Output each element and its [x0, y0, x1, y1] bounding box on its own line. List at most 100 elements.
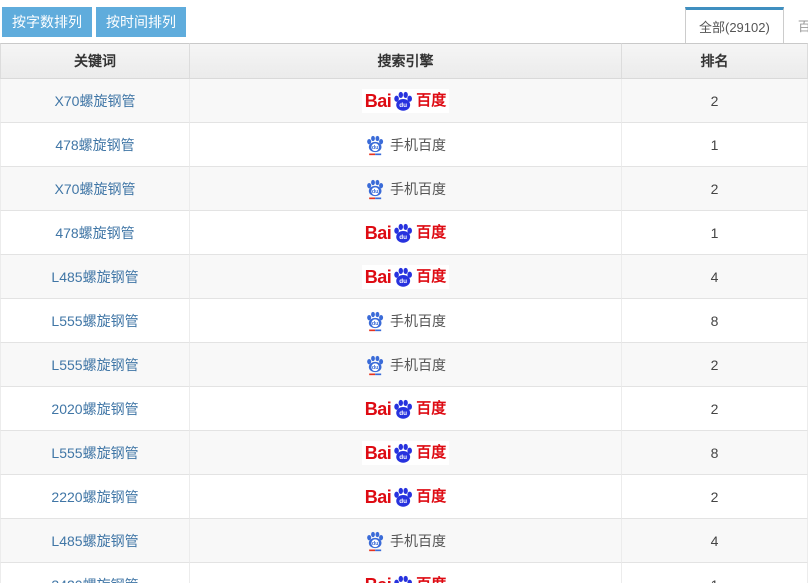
baidu-paw-icon: du	[392, 442, 414, 464]
baidu-bai-text: Bai	[365, 488, 392, 506]
baidu-logo: Bai du 百度	[362, 441, 450, 465]
engine-cell: du 手机百度	[190, 167, 622, 211]
rank-value: 8	[711, 445, 719, 461]
rank-value: 1	[711, 225, 719, 241]
keyword-cell: L555螺旋钢管	[0, 343, 190, 387]
mobile-baidu-label: 手机百度	[390, 314, 446, 328]
rank-value: 8	[711, 313, 719, 329]
table-row: 2020螺旋钢管 Bai du 百度	[0, 387, 808, 431]
keyword-cell: 478螺旋钢管	[0, 123, 190, 167]
mobile-baidu-label: 手机百度	[390, 358, 446, 372]
rank-value: 2	[711, 401, 719, 417]
header-rank: 排名	[622, 43, 808, 79]
engine-cell: Bai du 百度	[190, 563, 622, 583]
rank-cell: 2	[622, 475, 808, 519]
table-row: X70螺旋钢管 Bai du 百度	[0, 79, 808, 123]
keyword-link[interactable]: L555螺旋钢管	[51, 357, 138, 373]
baidu-logo: Bai du 百度	[362, 485, 450, 509]
mobile-baidu: du 手机百度	[365, 178, 446, 200]
rank-cell: 8	[622, 299, 808, 343]
sort-by-time-button[interactable]: 按时间排列	[96, 7, 186, 37]
keyword-link[interactable]: 478螺旋钢管	[55, 137, 134, 153]
rank-value: 2	[711, 93, 719, 109]
mobile-baidu-paw-icon: du	[365, 310, 385, 332]
table-row: 2220螺旋钢管 Bai du 百度	[0, 475, 808, 519]
baidu-du-text: du	[400, 278, 408, 285]
baidu-chinese-text: 百度	[416, 401, 446, 416]
keyword-link[interactable]: L485螺旋钢管	[51, 533, 138, 549]
table-header-row: 关键词 搜索引擎 排名	[0, 43, 808, 79]
keyword-link[interactable]: 478螺旋钢管	[55, 225, 134, 241]
baidu-logo: Bai du 百度	[362, 573, 450, 583]
rank-value: 4	[711, 269, 719, 285]
keyword-cell: 2020螺旋钢管	[0, 387, 190, 431]
rank-value: 1	[711, 137, 719, 153]
rank-cell: 2	[622, 79, 808, 123]
baidu-bai-text: Bai	[365, 576, 392, 583]
keyword-cell: L555螺旋钢管	[0, 299, 190, 343]
baidu-logo: Bai du 百度	[362, 221, 450, 245]
keyword-link[interactable]: L555螺旋钢管	[51, 445, 138, 461]
mobile-baidu-label: 手机百度	[390, 534, 446, 548]
table-row: L555螺旋钢管 du	[0, 343, 808, 387]
rank-cell: 8	[622, 431, 808, 475]
sort-by-chars-button[interactable]: 按字数排列	[2, 7, 92, 37]
baidu-bai-text: Bai	[365, 224, 392, 242]
baidu-chinese-text: 百度	[416, 93, 446, 108]
mobile-baidu-label: 手机百度	[390, 182, 446, 196]
table-row: L485螺旋钢管 du	[0, 519, 808, 563]
engine-tabs: 全部(29102) 百度	[685, 7, 808, 43]
mobile-baidu-paw-icon: du	[365, 530, 385, 552]
rank-cell: 1	[622, 211, 808, 255]
table-row: L485螺旋钢管 Bai du 百度	[0, 255, 808, 299]
baidu-paw-icon: du	[392, 90, 414, 112]
table-row: L555螺旋钢管 Bai du 百度	[0, 431, 808, 475]
engine-cell: Bai du 百度	[190, 475, 622, 519]
header-search-engine: 搜索引擎	[190, 43, 622, 79]
keyword-link[interactable]: L555螺旋钢管	[51, 313, 138, 329]
mobile-baidu: du 手机百度	[365, 134, 446, 156]
keyword-cell: 478螺旋钢管	[0, 211, 190, 255]
tab-all[interactable]: 全部(29102)	[685, 7, 784, 43]
baidu-du-text: du	[400, 454, 408, 461]
rank-value: 2	[711, 357, 719, 373]
table-row: 478螺旋钢管 du	[0, 123, 808, 167]
table-row: X70螺旋钢管 du	[0, 167, 808, 211]
keyword-cell: L485螺旋钢管	[0, 255, 190, 299]
mobile-baidu: du 手机百度	[365, 310, 446, 332]
baidu-du-text: du	[400, 102, 408, 109]
header-keyword: 关键词	[0, 43, 190, 79]
baidu-logo: Bai du 百度	[362, 265, 450, 289]
mobile-du-text: du	[372, 321, 379, 327]
baidu-chinese-text: 百度	[416, 269, 446, 284]
ranking-table: 关键词 搜索引擎 排名 X70螺旋钢管 Bai	[0, 43, 808, 583]
page: 按字数排列 按时间排列 全部(29102) 百度 关键词 搜索引擎 排名 X70…	[0, 0, 808, 583]
engine-cell: Bai du 百度	[190, 79, 622, 123]
keyword-link[interactable]: 3420螺旋钢管	[51, 577, 138, 583]
keyword-link[interactable]: X70螺旋钢管	[55, 181, 136, 197]
mobile-baidu: du 手机百度	[365, 530, 446, 552]
keyword-link[interactable]: X70螺旋钢管	[55, 93, 136, 109]
keyword-cell: 3420螺旋钢管	[0, 563, 190, 583]
table-row: L555螺旋钢管 du	[0, 299, 808, 343]
keyword-cell: X70螺旋钢管	[0, 79, 190, 123]
baidu-bai-text: Bai	[365, 268, 392, 286]
table-row: 3420螺旋钢管 Bai du 百度	[0, 563, 808, 583]
baidu-paw-icon: du	[392, 574, 414, 583]
rank-value: 2	[711, 489, 719, 505]
baidu-bai-text: Bai	[365, 92, 392, 110]
keyword-link[interactable]: 2020螺旋钢管	[51, 401, 138, 417]
rank-cell: 2	[622, 343, 808, 387]
mobile-baidu-paw-icon: du	[365, 134, 385, 156]
baidu-bai-text: Bai	[365, 400, 392, 418]
engine-cell: Bai du 百度	[190, 387, 622, 431]
baidu-paw-icon: du	[392, 486, 414, 508]
keyword-link[interactable]: 2220螺旋钢管	[51, 489, 138, 505]
baidu-du-text: du	[400, 410, 408, 417]
baidu-paw-icon: du	[392, 222, 414, 244]
tab-baidu[interactable]: 百度	[784, 7, 808, 43]
baidu-du-text: du	[400, 234, 408, 241]
keyword-link[interactable]: L485螺旋钢管	[51, 269, 138, 285]
baidu-chinese-text: 百度	[416, 225, 446, 240]
engine-cell: Bai du 百度	[190, 255, 622, 299]
